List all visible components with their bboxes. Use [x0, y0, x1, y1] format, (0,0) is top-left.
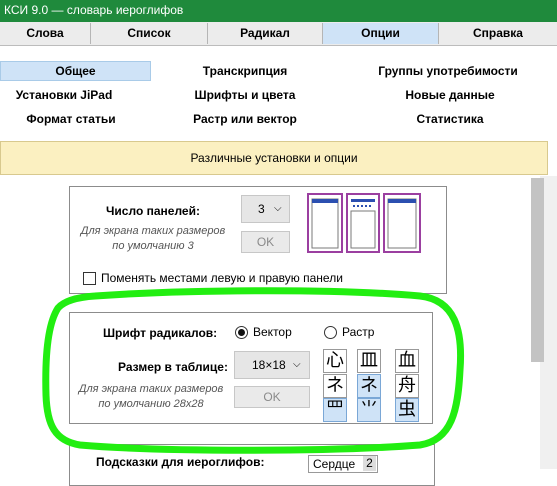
highlight-circle	[42, 287, 465, 454]
